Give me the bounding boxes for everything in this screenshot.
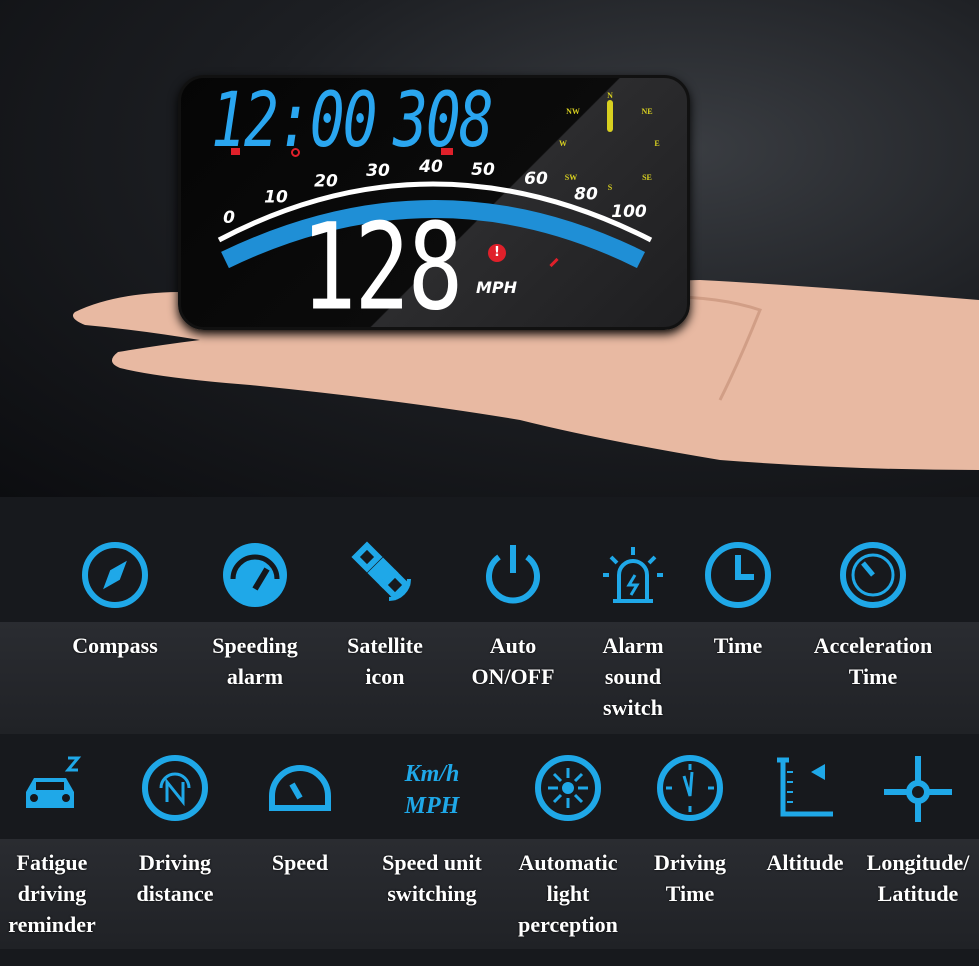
feature-label: Fatigue driving reminder <box>8 850 96 937</box>
stopwatch-icon <box>657 755 723 821</box>
power-icon <box>486 545 540 604</box>
feature-label: Automatic light perception <box>518 850 618 937</box>
warning-icon: ! <box>488 244 506 262</box>
distance-n-icon <box>142 755 208 821</box>
clock-icon <box>705 542 771 608</box>
feature-power: Auto ON/OFF <box>443 539 583 689</box>
feature-label: Driving Time <box>653 850 727 906</box>
feature-label: Driving distance <box>136 850 214 906</box>
feature-label: Speed unit switching <box>382 850 482 906</box>
unit-mph: MPH <box>404 793 460 819</box>
feature-label: Acceleration Time <box>813 633 933 689</box>
scale-label: 50 <box>471 160 495 180</box>
feature-label: Alarm sound switch <box>602 633 664 720</box>
altitude-icon <box>777 757 833 817</box>
compass-needle <box>607 100 613 132</box>
feature-speed-gauge: Speed <box>230 752 370 875</box>
sleepy-car-icon <box>26 756 82 808</box>
crosshair-icon <box>884 756 952 822</box>
unit-text-icon: Km/h MPH <box>362 752 502 824</box>
feature-light-sensor: Automatic light perception <box>498 752 638 937</box>
product-photo: 12:00 308 N NE E SE S SW W NW 0 10 20 30 40 50 60 80 10… <box>0 0 979 497</box>
feature-speedometer: Speeding alarm <box>185 539 325 689</box>
feature-label: Auto ON/OFF <box>471 633 555 689</box>
feature-clock: Time <box>668 539 808 658</box>
scale-label: 100 <box>611 202 647 222</box>
feature-satellite: Satellite icon <box>315 539 455 689</box>
feature-label: Satellite icon <box>347 633 423 689</box>
speed-readout: 128 <box>301 197 463 337</box>
speed-gauge-icon <box>269 765 331 811</box>
compass-letter: N <box>607 91 613 100</box>
feature-distance-n: Driving distance <box>105 752 245 906</box>
feature-label: Time <box>713 633 763 658</box>
speed-unit: MPH <box>476 278 518 297</box>
feature-label: Longitude/ Latitude <box>866 850 970 906</box>
feature-crosshair: Longitude/ Latitude <box>848 752 979 906</box>
feature-gauge: Acceleration Time <box>803 539 943 689</box>
light-sensor-icon <box>535 755 601 821</box>
scale-label: 40 <box>418 157 443 177</box>
satellite-icon <box>351 541 411 601</box>
scale-label: 60 <box>524 169 548 189</box>
compass-letter: NW <box>566 107 580 116</box>
scale-label: 30 <box>366 161 390 181</box>
feature-label: Speeding alarm <box>212 633 298 689</box>
feature-compass: Compass <box>45 539 185 658</box>
scale-label: 80 <box>574 184 598 204</box>
scale-label: 0 <box>223 208 235 228</box>
feature-label: Compass <box>72 633 158 658</box>
feature-unit-text: Km/h MPH Speed unit switching <box>362 752 502 906</box>
alarm-light-icon <box>603 547 663 603</box>
scale-label: 20 <box>314 171 338 191</box>
feature-label: Altitude <box>766 850 844 875</box>
gauge-icon <box>840 542 906 608</box>
compass-icon <box>82 542 148 608</box>
compass-letter: E <box>654 139 659 148</box>
unit-kmh: Km/h <box>404 761 460 787</box>
hud-display: 12:00 308 N NE E SE S SW W NW 0 10 20 30 40 50 60 80 10… <box>178 75 690 330</box>
compass-letter: W <box>559 139 567 148</box>
speedometer-icon <box>223 543 287 607</box>
feature-label: Speed <box>271 850 329 875</box>
compass-letter: NE <box>641 107 652 116</box>
feature-sleepy-car: Fatigue driving reminder <box>0 752 122 937</box>
scale-label: 10 <box>264 187 288 207</box>
